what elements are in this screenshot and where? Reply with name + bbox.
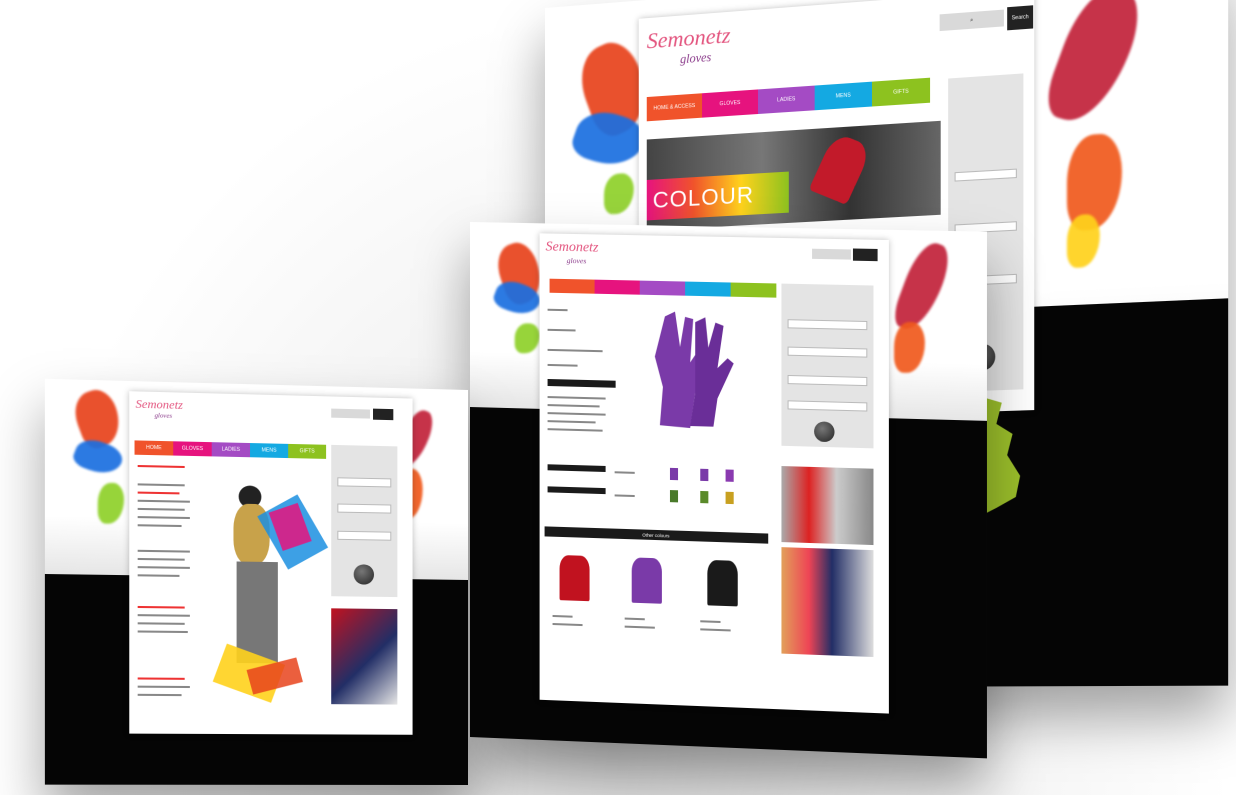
search-input[interactable]	[812, 249, 851, 260]
nav-tab-2[interactable]	[595, 280, 640, 295]
filter-field-1[interactable]	[955, 169, 1017, 182]
promo-image-1[interactable]	[781, 466, 873, 545]
related-product-black[interactable]	[695, 549, 756, 652]
nav-tab-4[interactable]: MENS	[815, 82, 872, 111]
main-nav	[550, 279, 777, 298]
nav-tab-2[interactable]: GLOVES	[173, 441, 212, 456]
promo-image-2[interactable]	[781, 547, 873, 657]
logo[interactable]: Semonetz gloves	[136, 396, 183, 420]
sidebar	[781, 284, 873, 449]
nav-tab-5[interactable]: GIFTS	[872, 78, 930, 107]
logo[interactable]: Semonetz gloves	[546, 239, 599, 265]
nav-tab-3[interactable]	[640, 281, 685, 296]
filter-field-2[interactable]	[337, 504, 391, 514]
go-button-icon[interactable]	[354, 564, 374, 584]
nav-tab-5[interactable]	[731, 283, 777, 298]
colour-swatches	[615, 466, 772, 511]
add-to-basket-button[interactable]	[548, 379, 616, 388]
nav-tab-1[interactable]	[550, 279, 595, 294]
related-product-red[interactable]	[548, 545, 608, 648]
front-panel: Semonetz gloves HOME GLOVES LADIES MENS …	[45, 379, 468, 785]
nav-tab-3[interactable]: LADIES	[758, 86, 815, 114]
search-button[interactable]	[373, 409, 393, 421]
sidebar	[331, 445, 397, 597]
search-icon: ⌕	[970, 17, 973, 24]
nav-tab-3[interactable]: LADIES	[212, 442, 250, 457]
nav-tab-1[interactable]: HOME & ACCESS	[647, 93, 702, 121]
filter-field-4[interactable]	[788, 400, 868, 411]
nav-tab-4[interactable]	[685, 282, 731, 297]
filter-field-3[interactable]	[337, 531, 391, 541]
search-button[interactable]: Search	[1007, 5, 1033, 30]
related-product-purple[interactable]	[620, 547, 680, 650]
filter-field-2[interactable]	[788, 347, 868, 358]
hero-banner[interactable]: COLOUR	[647, 121, 941, 231]
middle-panel: Semonetz gloves Other colours	[470, 222, 987, 758]
logo[interactable]: Semonetz gloves	[647, 22, 731, 70]
filter-field-3[interactable]	[788, 375, 868, 386]
filter-field-1[interactable]	[788, 319, 868, 330]
nav-tab-5[interactable]: GIFTS	[288, 444, 326, 459]
nav-tab-4[interactable]: MENS	[250, 443, 288, 458]
hero-text: COLOUR	[653, 182, 754, 214]
search-input[interactable]	[331, 409, 370, 419]
search-button[interactable]	[853, 248, 878, 261]
search-input[interactable]: ⌕	[940, 10, 1004, 32]
main-nav: HOME & ACCESS GLOVES LADIES MENS GIFTS	[647, 78, 930, 122]
filter-field-1[interactable]	[337, 477, 391, 487]
nav-tab-1[interactable]: HOME	[135, 440, 174, 455]
promo-image[interactable]	[331, 608, 397, 704]
nav-tab-2[interactable]: GLOVES	[702, 89, 758, 117]
other-colours-bar: Other colours	[545, 526, 769, 543]
website-showcase: Semonetz gloves HOME & ACCESS GLOVES LAD…	[0, 0, 1236, 795]
feature-image[interactable]	[208, 475, 327, 710]
main-nav: HOME GLOVES LADIES MENS GIFTS	[135, 440, 327, 458]
product-image-glove-icon[interactable]	[645, 306, 741, 435]
product-page-content: Semonetz gloves Other colours	[540, 233, 889, 713]
go-button-icon[interactable]	[814, 421, 834, 442]
size-guide-button[interactable]	[548, 464, 606, 472]
home-page-content: Semonetz gloves HOME GLOVES LADIES MENS …	[129, 391, 412, 735]
delivery-info-button[interactable]	[548, 486, 606, 494]
